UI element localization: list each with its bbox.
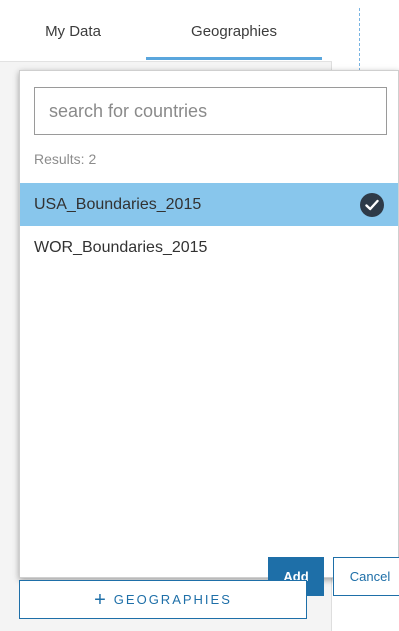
cancel-button-label: Cancel <box>349 569 391 584</box>
result-item-wor-boundaries[interactable]: WOR_Boundaries_2015 <box>20 226 398 269</box>
geography-search-popup: Results: 2 USA_Boundaries_2015 WOR_Bound… <box>19 70 399 596</box>
result-item-label: WOR_Boundaries_2015 <box>34 238 208 256</box>
add-geographies-label: GEOGRAPHIES <box>113 592 232 607</box>
tab-bar: My Data Geographies <box>0 0 332 62</box>
add-geographies-button[interactable]: + GEOGRAPHIES <box>19 580 307 619</box>
tab-geographies-label: Geographies <box>191 22 277 40</box>
tab-my-data-label: My Data <box>45 22 101 40</box>
results-count: Results: 2 <box>34 151 97 167</box>
active-tab-indicator <box>146 57 322 60</box>
tab-my-data[interactable]: My Data <box>0 0 146 62</box>
plus-icon: + <box>94 588 106 611</box>
search-input[interactable] <box>34 87 387 135</box>
results-list: USA_Boundaries_2015 WOR_Boundaries_2015 <box>20 183 398 269</box>
checkmark-icon <box>360 193 384 217</box>
result-item-usa-boundaries[interactable]: USA_Boundaries_2015 <box>20 183 398 226</box>
tab-geographies[interactable]: Geographies <box>146 0 322 62</box>
result-item-label: USA_Boundaries_2015 <box>34 195 202 213</box>
cancel-button[interactable]: Cancel <box>333 557 399 596</box>
